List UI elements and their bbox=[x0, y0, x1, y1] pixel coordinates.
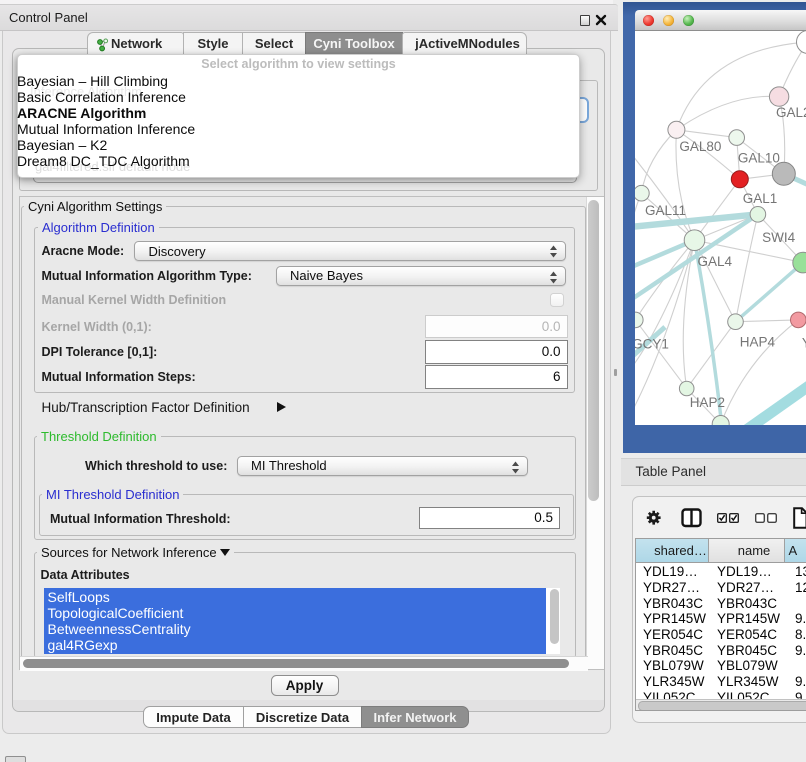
svg-text:GAL80: GAL80 bbox=[679, 139, 721, 154]
svg-text:GAL11: GAL11 bbox=[645, 203, 686, 218]
svg-text:HAP2: HAP2 bbox=[690, 395, 725, 410]
svg-text:HAP4: HAP4 bbox=[740, 334, 776, 349]
svg-text:GAL2: GAL2 bbox=[776, 105, 806, 120]
svg-text:GAL1: GAL1 bbox=[743, 191, 778, 206]
svg-text:GAL10: GAL10 bbox=[738, 150, 780, 165]
svg-text:SWI4: SWI4 bbox=[762, 230, 795, 245]
svg-text:GCY1: GCY1 bbox=[635, 337, 669, 352]
svg-text:GAL4: GAL4 bbox=[698, 254, 733, 269]
svg-text:Y: Y bbox=[802, 335, 806, 350]
